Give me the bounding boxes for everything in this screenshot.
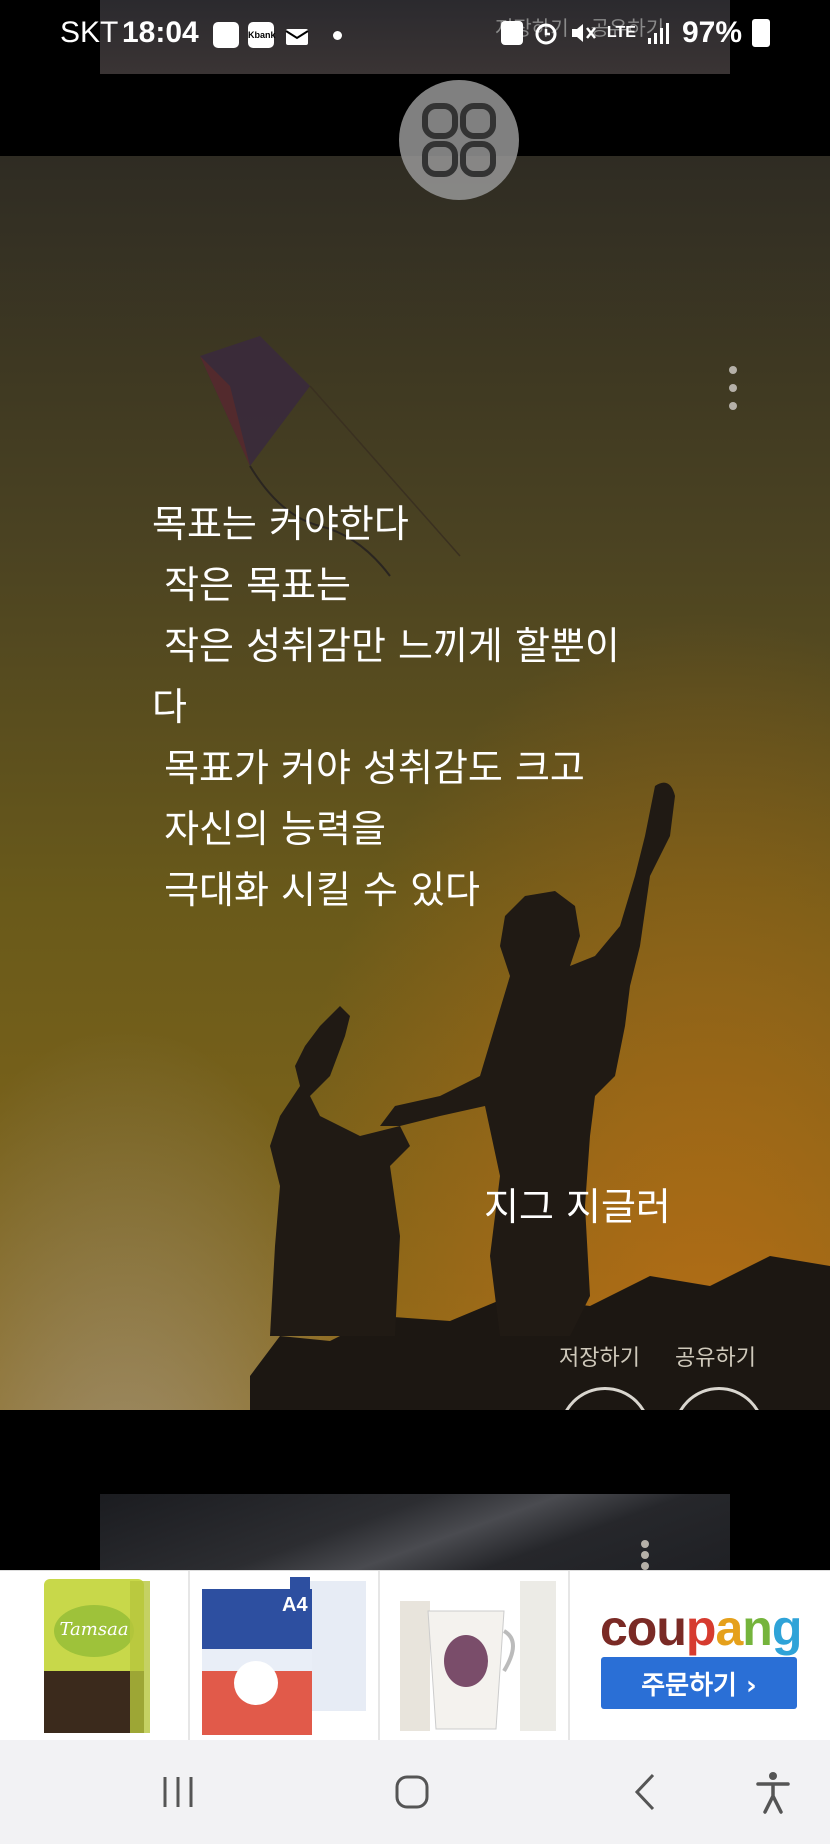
next-card-more-menu-icon[interactable]: [640, 1540, 650, 1570]
ad-banner[interactable]: Tamsaa A4 coupang 주문하기 ›: [0, 1570, 830, 1741]
memo-icon: [213, 22, 239, 48]
grid-icon: [422, 103, 496, 177]
clock: 18:04: [122, 16, 199, 49]
accessibility-icon: [756, 1772, 790, 1814]
status-right-group: LTE 97%: [500, 16, 770, 50]
svg-text:A4: A4: [282, 1594, 308, 1616]
network-type: LTE: [606, 24, 636, 41]
navigation-bar: [0, 1740, 830, 1844]
paper-cup-image: [400, 1581, 556, 1731]
coconut-water-product[interactable]: Tamsaa: [0, 1571, 190, 1741]
battery-saver-icon: [500, 21, 523, 45]
quote-card[interactable]: 목표는 커야한다 작은 목표는 작은 성취감만 느끼게 할뿐이 다 목표가 커야…: [0, 156, 830, 1410]
signal-icon: [647, 23, 669, 44]
share-label: 공유하기: [675, 1346, 756, 1371]
paper-cup-product[interactable]: [380, 1571, 570, 1741]
status-bar: SKT 18:04 Kbank LTE 97%: [0, 0, 830, 72]
svg-text:Tamsaa: Tamsaa: [59, 1619, 128, 1640]
battery-icon: [752, 19, 770, 47]
carrier-label: SKT: [60, 16, 119, 49]
accessibility-button[interactable]: [716, 1740, 830, 1844]
order-button[interactable]: 주문하기 ›: [601, 1657, 797, 1709]
battery-percent: 97%: [681, 16, 742, 49]
home-icon: [395, 1775, 429, 1809]
coconut-water-image: Tamsaa: [44, 1579, 150, 1733]
copy-paper-image: A4: [202, 1577, 366, 1735]
quote-text: 목표는 커야한다 작은 목표는 작은 성취감만 느끼게 할뿐이 다 목표가 커야…: [152, 502, 620, 912]
back-icon: [634, 1773, 655, 1811]
more-notifications-dot: [333, 31, 342, 40]
recent-apps-button[interactable]: [118, 1740, 238, 1844]
apps-grid-button[interactable]: [399, 80, 519, 200]
kbank-icon: Kbank: [248, 22, 276, 48]
copy-paper-product[interactable]: A4: [190, 1571, 380, 1741]
quote-author: 지그 지글러: [484, 1185, 671, 1229]
recent-apps-icon: [163, 1777, 193, 1807]
coupang-logo: coupang: [600, 1600, 802, 1656]
mail-icon: [284, 22, 310, 48]
card-more-menu-icon[interactable]: [725, 366, 741, 410]
next-card-strip[interactable]: [100, 1494, 730, 1572]
coupang-ad[interactable]: coupang 주문하기 ›: [570, 1571, 830, 1741]
back-button[interactable]: [585, 1740, 705, 1844]
alarm-icon: [535, 23, 557, 45]
save-label: 저장하기: [559, 1346, 640, 1371]
home-button[interactable]: [352, 1740, 472, 1844]
mute-icon: [571, 24, 596, 42]
